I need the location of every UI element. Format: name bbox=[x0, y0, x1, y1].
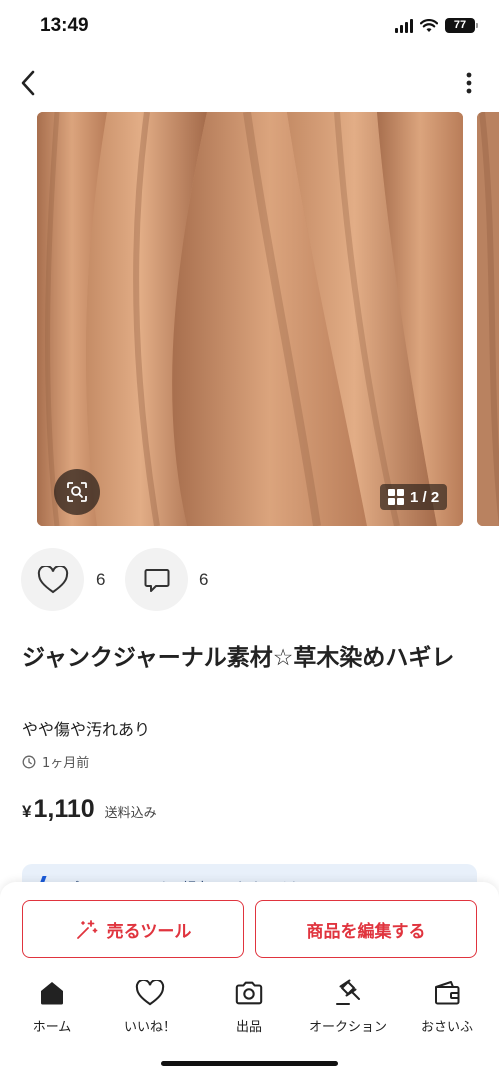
gavel-icon bbox=[336, 979, 360, 1005]
signal-icon bbox=[395, 18, 413, 33]
photo-carousel[interactable] bbox=[0, 112, 499, 526]
wifi-icon bbox=[420, 18, 438, 32]
tab-likes-label: いいね！ bbox=[123, 1020, 176, 1035]
product-photo[interactable] bbox=[37, 112, 463, 526]
battery-icon: 77 bbox=[445, 18, 478, 33]
heart-icon bbox=[135, 980, 165, 1006]
page-indicator-text: 1 / 2 bbox=[410, 488, 440, 506]
camera-icon bbox=[235, 981, 263, 1005]
photo-page-indicator[interactable]: 1 / 2 bbox=[380, 484, 448, 510]
tab-home-label: ホーム bbox=[32, 1020, 72, 1035]
sparkle-icon bbox=[76, 920, 98, 939]
tab-likes[interactable]: いいね！ bbox=[100, 978, 200, 1042]
like-count: 6 bbox=[96, 570, 106, 589]
status-bar: 13:49 77 bbox=[0, 0, 499, 56]
tab-bar: ホーム いいね！ 出品 オークション おさいふ bbox=[0, 978, 499, 1042]
tab-home[interactable]: ホーム bbox=[2, 978, 102, 1042]
grid-icon bbox=[388, 489, 404, 505]
sell-tool-button[interactable]: 売るツール bbox=[22, 900, 244, 958]
price-currency: ¥ bbox=[22, 802, 32, 821]
image-search-button[interactable] bbox=[54, 469, 100, 515]
comment-count: 6 bbox=[199, 570, 209, 589]
back-button[interactable] bbox=[14, 66, 42, 100]
bottom-action-sheet: 売るツール 商品を編集する ホーム いいね！ 出品 オークション おさいふ bbox=[0, 882, 499, 1080]
heart-icon bbox=[37, 565, 68, 593]
posted-time-text: 1ヶ月前 bbox=[42, 756, 90, 771]
tab-wallet-label: おさいふ bbox=[420, 1020, 473, 1035]
tab-sell-label: 出品 bbox=[235, 1020, 262, 1035]
home-indicator bbox=[161, 1061, 338, 1066]
tab-sell[interactable]: 出品 bbox=[199, 978, 299, 1042]
shipping-note: 送料込み bbox=[104, 806, 157, 821]
tab-wallet[interactable]: おさいふ bbox=[397, 978, 497, 1042]
item-title: ジャンクジャーナル素材☆草木染めハギレ bbox=[22, 645, 455, 671]
edit-item-button[interactable]: 商品を編集する bbox=[255, 900, 477, 958]
more-vertical-icon bbox=[466, 72, 472, 94]
sell-tool-label: 売るツール bbox=[106, 921, 192, 942]
item-price: ¥ 1,110 送料込み bbox=[22, 795, 157, 824]
clock-icon bbox=[22, 755, 36, 768]
comment-icon bbox=[144, 568, 169, 592]
wallet-icon bbox=[435, 981, 460, 1005]
tab-auction[interactable]: オークション bbox=[298, 978, 398, 1042]
item-condition: やや傷や汚れあり bbox=[22, 720, 151, 739]
status-icons: 77 bbox=[395, 18, 478, 33]
posted-time: 1ヶ月前 bbox=[22, 752, 89, 771]
next-photo-preview[interactable] bbox=[477, 112, 499, 526]
like-button[interactable] bbox=[21, 548, 84, 611]
tab-auction-label: オークション bbox=[308, 1020, 387, 1035]
chevron-left-icon bbox=[21, 70, 35, 96]
edit-item-label: 商品を編集する bbox=[306, 921, 426, 942]
home-icon bbox=[41, 982, 63, 1005]
price-value: 1,110 bbox=[33, 795, 95, 823]
image-search-icon bbox=[67, 482, 87, 502]
more-button[interactable] bbox=[463, 66, 475, 100]
comment-button[interactable] bbox=[125, 548, 188, 611]
status-time: 13:49 bbox=[40, 15, 89, 36]
